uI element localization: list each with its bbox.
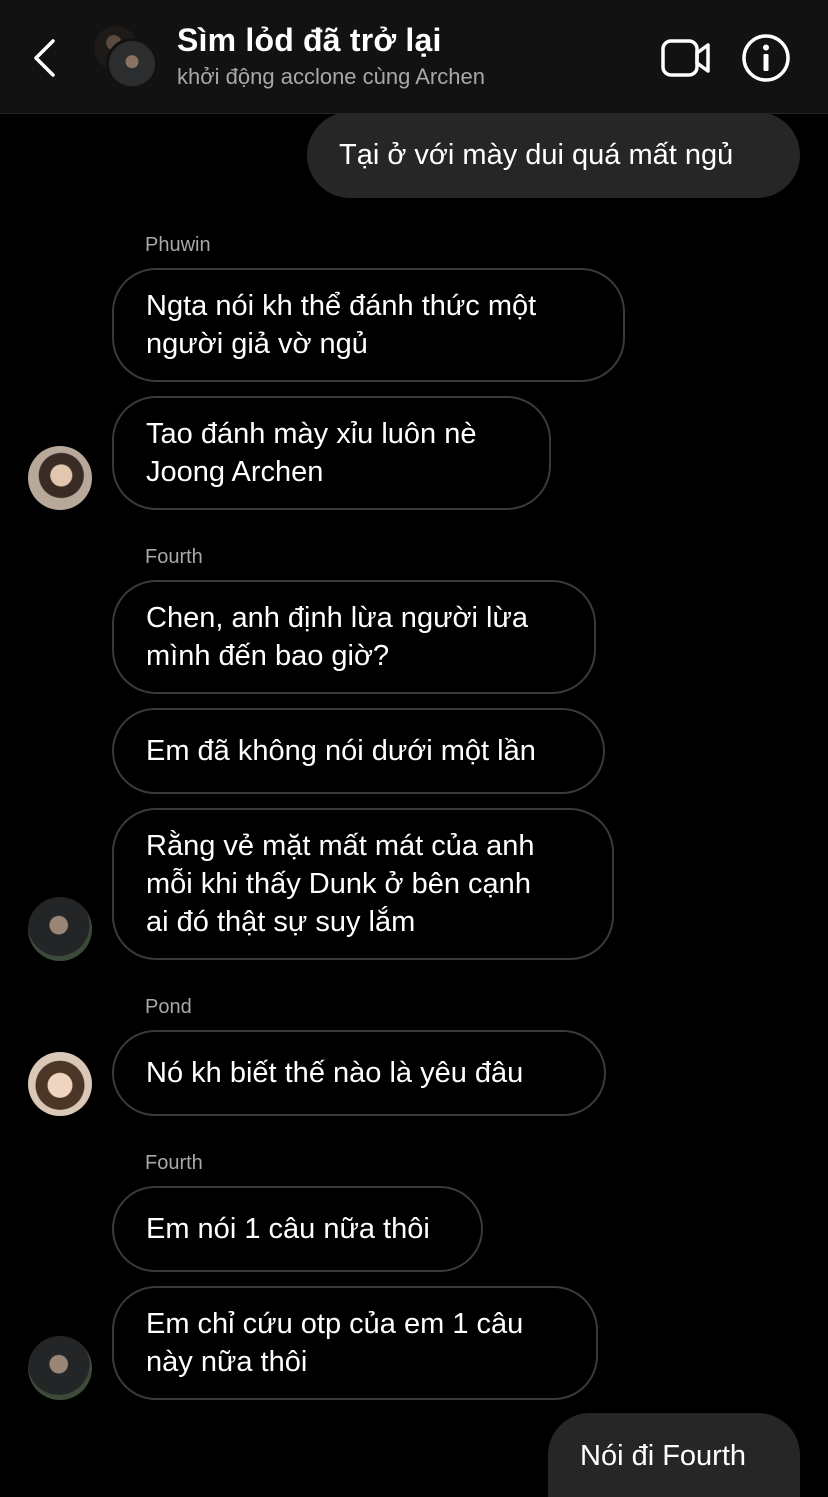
message-bubble-incoming[interactable]: Em chỉ cứu otp của em 1 câu này nữa thôi xyxy=(112,1286,598,1400)
group-avatar[interactable] xyxy=(92,24,158,90)
message-text: Chen, anh định lừa người lừa mình đến ba… xyxy=(146,602,528,672)
chat-header: Sìm lỏd đã trở lại khởi động acclone cùn… xyxy=(0,0,828,114)
message-text: Em đã không nói dưới một lần xyxy=(146,735,536,767)
info-button[interactable] xyxy=(738,30,794,86)
message-text: Nó kh biết thế nào là yêu đâu xyxy=(146,1057,524,1089)
message-bubble-incoming[interactable]: Tao đánh mày xỉu luôn nè Joong Archen xyxy=(112,396,551,510)
video-call-button[interactable] xyxy=(656,30,716,86)
message-bubble-outgoing[interactable]: Tại ở với mày dui quá mất ngủ xyxy=(307,112,800,198)
chevron-left-icon xyxy=(34,39,55,77)
message-bubble-incoming[interactable]: Rằng vẻ mặt mất mát của anh mỗi khi thấy… xyxy=(112,808,614,960)
message-bubble-incoming[interactable]: Em đã không nói dưới một lần xyxy=(112,708,605,794)
message-text: Tao đánh mày xỉu luôn nè Joong Archen xyxy=(146,418,477,488)
message-bubble-outgoing[interactable]: Nói đi Fourth xyxy=(548,1413,800,1497)
message-text: Tại ở với mày dui quá mất ngủ xyxy=(339,139,734,171)
message-text: Nói đi Fourth xyxy=(580,1440,747,1472)
chat-subtitle[interactable]: khởi động acclone cùng Archen xyxy=(177,64,485,90)
message-bubble-incoming[interactable]: Chen, anh định lừa người lừa mình đến ba… xyxy=(112,580,596,694)
avatar[interactable] xyxy=(28,446,92,510)
avatar[interactable] xyxy=(28,897,92,961)
message-text: Em nói 1 câu nữa thôi xyxy=(146,1213,430,1245)
group-avatar-front xyxy=(106,38,158,90)
avatar[interactable] xyxy=(28,1052,92,1116)
info-icon xyxy=(742,34,790,82)
message-text: Rằng vẻ mặt mất mát của anh mỗi khi thấy… xyxy=(146,830,535,938)
message-bubble-incoming[interactable]: Ngta nói kh thể đánh thức một người giả … xyxy=(112,268,625,382)
back-button[interactable] xyxy=(22,30,66,86)
sender-name: Phuwin xyxy=(145,234,211,256)
chat-title[interactable]: Sìm lỏd đã trở lại xyxy=(177,22,442,59)
message-text: Em chỉ cứu otp của em 1 câu này nữa thôi xyxy=(146,1308,524,1378)
message-bubble-incoming[interactable]: Nó kh biết thế nào là yêu đâu xyxy=(112,1030,606,1116)
sender-name: Fourth xyxy=(145,546,203,568)
message-bubble-incoming[interactable]: Em nói 1 câu nữa thôi xyxy=(112,1186,483,1272)
sender-name: Pond xyxy=(145,996,192,1018)
message-text: Ngta nói kh thể đánh thức một người giả … xyxy=(146,290,537,360)
avatar[interactable] xyxy=(28,1336,92,1400)
video-camera-icon xyxy=(661,39,710,77)
sender-name: Fourth xyxy=(145,1152,203,1174)
